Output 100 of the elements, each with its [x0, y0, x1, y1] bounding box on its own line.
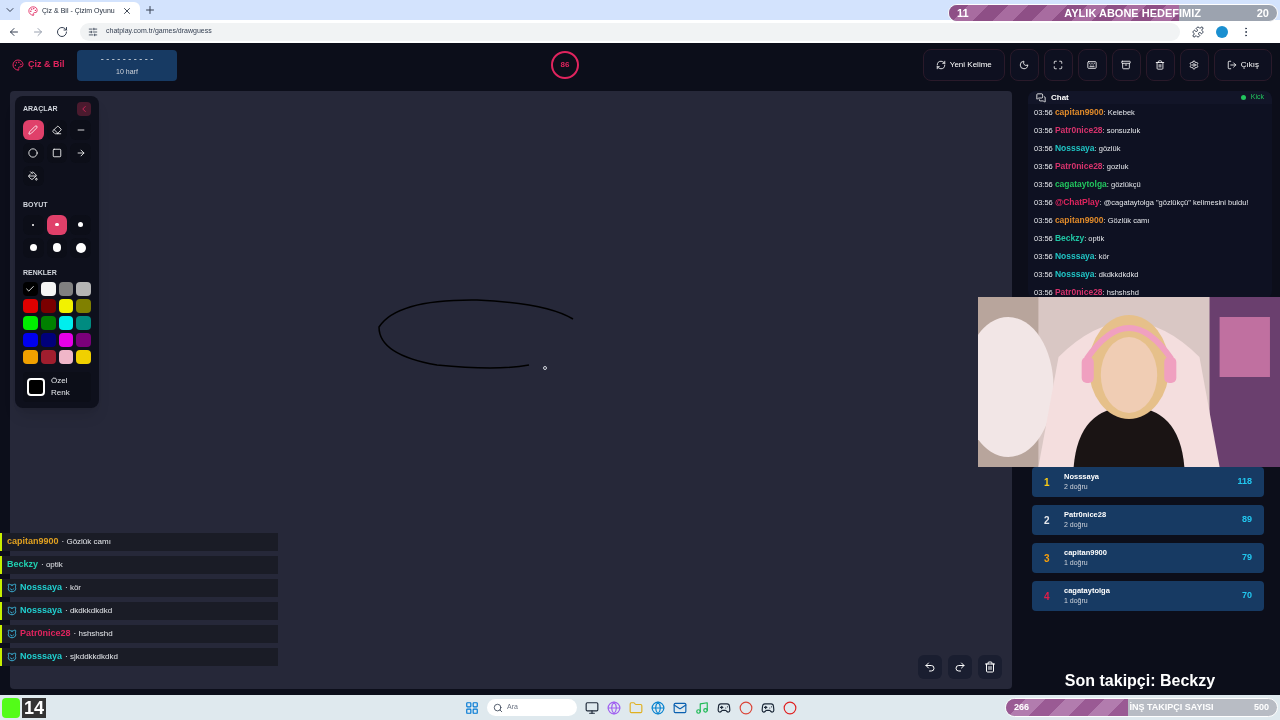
circle-tool[interactable] [23, 143, 44, 163]
clear-button[interactable] [978, 655, 1002, 679]
new-tab-icon[interactable] [144, 4, 156, 16]
color-swatch[interactable] [58, 333, 74, 347]
chat-username: Nosssaya [20, 581, 63, 595]
header-button[interactable]: Çıkış [1213, 49, 1272, 81]
undo-button[interactable] [918, 655, 942, 679]
chat-message: · Gözlük camı [61, 536, 111, 548]
rank: 2 [1044, 513, 1051, 528]
custom-color-button[interactable]: Özel Renk [23, 372, 91, 402]
chat-icon [1036, 92, 1046, 103]
back-icon[interactable] [8, 25, 20, 38]
chat-username: Patr0nice28 [20, 627, 71, 641]
color-swatch[interactable] [58, 282, 74, 296]
size-option[interactable] [23, 237, 44, 258]
color-swatch[interactable] [58, 350, 74, 364]
color-swatch[interactable] [76, 333, 91, 347]
fullscreen-button[interactable] [1043, 49, 1073, 81]
keyboard-button[interactable] [1077, 49, 1107, 81]
color-swatch[interactable] [40, 282, 56, 296]
follower-goal-title: İNŞ TAKIPÇI SAYISI [1129, 700, 1214, 714]
logout-icon [1226, 60, 1237, 70]
rect-tool[interactable] [46, 143, 68, 163]
color-swatch[interactable] [23, 350, 38, 364]
size-option[interactable] [46, 214, 68, 235]
chevron-icon [79, 104, 89, 114]
refresh-icon [935, 60, 946, 70]
line-tool[interactable] [70, 120, 91, 140]
size-option[interactable] [46, 237, 68, 258]
score: 79 [1242, 551, 1252, 565]
chat-username: Beckzy [7, 558, 39, 572]
chat-message: · hshshshd [73, 628, 113, 640]
pen-icon [28, 125, 39, 135]
trash-icon [1155, 60, 1166, 70]
color-swatch[interactable] [23, 316, 38, 330]
rect-icon [52, 148, 62, 158]
trash-icon [984, 661, 996, 673]
rank: 3 [1044, 551, 1051, 566]
trash-button[interactable] [1145, 49, 1175, 81]
last-follower: Son takipçi: Beckzy [1064, 671, 1216, 691]
fill-tool[interactable] [23, 166, 44, 186]
pen-tool[interactable] [23, 120, 44, 140]
color-swatch[interactable] [58, 316, 74, 330]
moon-button[interactable] [1009, 49, 1039, 81]
color-swatch[interactable] [40, 299, 56, 313]
fill-icon [28, 171, 39, 181]
browser-icon[interactable] [651, 700, 665, 715]
site-info-icon[interactable] [88, 26, 98, 37]
gamepad-icon[interactable] [717, 700, 731, 715]
undo-icon [924, 661, 936, 673]
chat-message: · dkdkkdkdkd [65, 605, 113, 617]
color-swatch[interactable] [76, 316, 91, 330]
close-icon[interactable] [122, 6, 132, 16]
palette-icon [12, 59, 24, 71]
chat-username: capitan9900 [7, 535, 59, 549]
color-swatch[interactable] [40, 333, 56, 347]
palette-icon [28, 6, 38, 16]
color-swatch[interactable] [76, 299, 91, 313]
count-badge: 14 [22, 697, 47, 718]
color-swatch[interactable] [40, 316, 56, 330]
extensions-icon[interactable] [1192, 25, 1204, 38]
settings-button[interactable] [1179, 49, 1209, 81]
fullscreen-icon [1053, 60, 1064, 70]
color-swatch[interactable] [23, 282, 38, 296]
color-swatch[interactable] [76, 350, 91, 364]
color-swatch[interactable] [76, 282, 91, 296]
keyboard-icon [1087, 60, 1098, 70]
color-swatch[interactable] [23, 333, 38, 347]
task-view-icon[interactable] [585, 700, 599, 715]
size-option[interactable] [70, 237, 91, 258]
header-button[interactable]: Yeni Kelime [922, 49, 1005, 81]
search-icon [493, 702, 503, 713]
check-icon [25, 284, 36, 294]
chat-message: · kör [65, 582, 82, 594]
redo-button[interactable] [948, 655, 972, 679]
follower-current: 266 [1014, 700, 1030, 714]
arrow-icon [75, 148, 86, 158]
start-icon[interactable] [465, 700, 479, 715]
score: 118 [1237, 475, 1252, 489]
size-option[interactable] [70, 214, 91, 235]
goal-current: 11 [957, 5, 969, 21]
globe-icon[interactable] [607, 700, 621, 715]
circle-icon [28, 148, 39, 158]
rank: 4 [1044, 589, 1051, 604]
timer: 86 [550, 51, 579, 79]
color-swatch[interactable] [58, 299, 74, 313]
color-swatch[interactable] [23, 299, 38, 313]
settings-icon [1189, 60, 1200, 70]
profile-avatar[interactable] [1216, 25, 1228, 38]
eraser-tool[interactable] [46, 120, 68, 140]
arrow-tool[interactable] [70, 143, 91, 163]
app-logo: Çiz & Bil [28, 58, 65, 72]
chat-message: · sjkddkkdkdkd [65, 651, 118, 663]
reload-icon[interactable] [56, 25, 68, 38]
chat-username: Nosssaya [20, 604, 63, 618]
goal-target: 20 [1256, 5, 1269, 21]
archive-button[interactable] [1111, 49, 1141, 81]
redo-icon [954, 661, 966, 673]
mail-icon[interactable] [673, 700, 687, 715]
color-swatch[interactable] [40, 350, 56, 364]
